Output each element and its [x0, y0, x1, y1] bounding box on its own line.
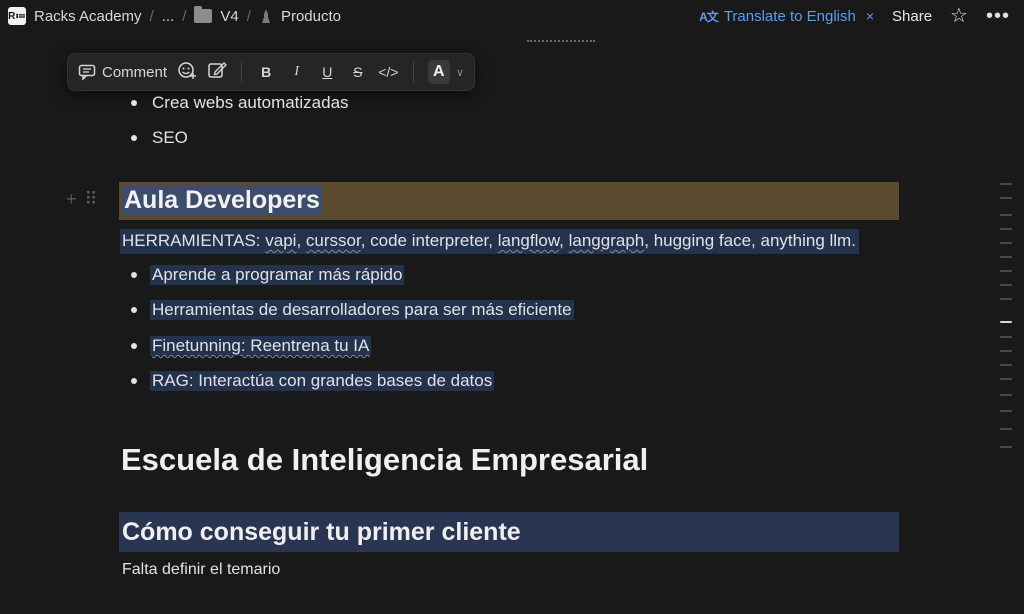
bullet-dot: [131, 307, 137, 313]
list-item-text: SEO: [152, 128, 188, 147]
list-item-text: Aprende a programar más rápido: [150, 265, 405, 285]
heading-escuela[interactable]: Escuela de Inteligencia Empresarial: [121, 442, 648, 478]
outline-marker[interactable]: [1000, 298, 1012, 300]
tool-text: , hugging face, anything llm.: [644, 231, 856, 250]
bullet-dot: [131, 272, 137, 278]
heading-text: Aula Developers: [122, 186, 322, 215]
outline-marker[interactable]: [1000, 394, 1012, 396]
list-item[interactable]: RAG: Interactúa con grandes bases de dat…: [131, 368, 495, 394]
outline-marker[interactable]: [1000, 336, 1012, 338]
tool-name-misspelled: curssor: [305, 231, 361, 250]
page-content: Crea webs automatizadas SEO + ⠿ Aula Dev…: [0, 0, 1024, 614]
outline-marker-active[interactable]: [1000, 321, 1012, 323]
outline-marker[interactable]: [1000, 428, 1012, 430]
bullet-dot: [131, 135, 137, 141]
tool-text: , code interpreter,: [360, 231, 498, 250]
outline-marker[interactable]: [1000, 350, 1012, 352]
tool-text: ,: [296, 231, 306, 250]
list-item[interactable]: Finetunning: Reentrena tu IA: [131, 333, 372, 359]
outline-marker[interactable]: [1000, 228, 1012, 230]
add-block-icon[interactable]: +: [66, 190, 77, 208]
outline-marker[interactable]: [1000, 242, 1012, 244]
outline-marker[interactable]: [1000, 410, 1012, 412]
tool-name-misspelled: vapi: [265, 231, 297, 250]
heading-aula-developers[interactable]: Aula Developers: [119, 182, 899, 220]
list-item-text: Finetunning: Reentrena tu IA: [150, 336, 372, 356]
list-item-text: Crea webs automatizadas: [152, 93, 349, 112]
tools-list: vapi, curssor, code interpreter, langflo…: [265, 231, 856, 250]
bullet-dot: [131, 343, 137, 349]
list-item-text: RAG: Interactúa con grandes bases de dat…: [150, 371, 495, 391]
list-item-text: Herramientas de desarrolladores para ser…: [150, 300, 574, 320]
tool-name-misspelled: langflow: [497, 231, 560, 250]
list-item[interactable]: Herramientas de desarrolladores para ser…: [131, 297, 574, 323]
outline-marker[interactable]: [1000, 378, 1012, 380]
outline-marker[interactable]: [1000, 214, 1012, 216]
bullet-dot: [131, 100, 137, 106]
list-item[interactable]: Aprende a programar más rápido: [131, 262, 405, 288]
paragraph-falta[interactable]: Falta definir el temario: [122, 561, 280, 579]
outline-marker[interactable]: [1000, 446, 1012, 448]
outline-marker[interactable]: [1000, 284, 1012, 286]
outline-marker[interactable]: [1000, 183, 1012, 185]
bullet-dot: [131, 378, 137, 384]
tools-paragraph[interactable]: HERRAMIENTAS: vapi, curssor, code interp…: [120, 229, 859, 254]
page-outline[interactable]: [998, 183, 1014, 463]
block-handle: + ⠿: [66, 190, 98, 208]
tools-prefix: HERRAMIENTAS:: [122, 231, 266, 250]
list-item[interactable]: Crea webs automatizadas: [131, 90, 349, 116]
outline-marker[interactable]: [1000, 256, 1012, 258]
list-item[interactable]: SEO: [131, 125, 188, 151]
tool-name-misspelled: langgraph: [568, 231, 645, 250]
outline-marker[interactable]: [1000, 197, 1012, 199]
drag-handle-icon[interactable]: ⠿: [85, 190, 98, 208]
outline-marker[interactable]: [1000, 270, 1012, 272]
heading-text: Cómo conseguir tu primer cliente: [122, 518, 521, 546]
tool-text: ,: [559, 231, 569, 250]
heading-como-conseguir[interactable]: Cómo conseguir tu primer cliente: [119, 512, 899, 552]
outline-marker[interactable]: [1000, 364, 1012, 366]
